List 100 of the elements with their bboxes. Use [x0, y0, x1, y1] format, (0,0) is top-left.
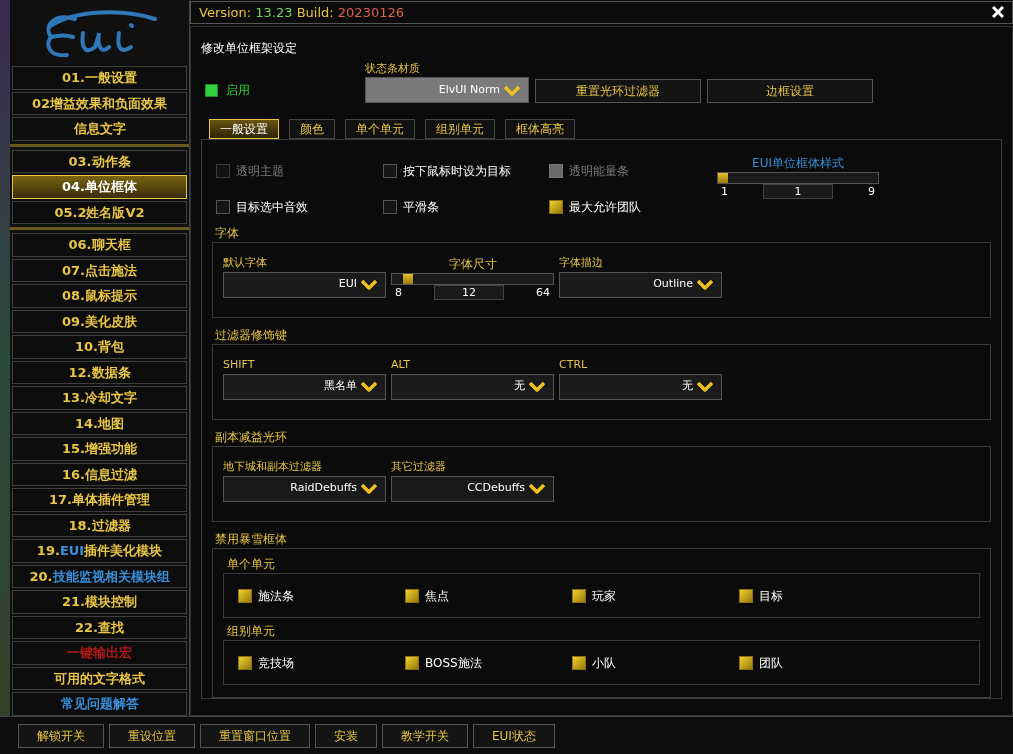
sidebar-item[interactable]: 09.美化皮肤 — [12, 309, 187, 333]
footer-button[interactable]: 安装 — [315, 723, 377, 748]
action-button[interactable]: 边框设置 — [707, 79, 873, 103]
sidebar-item[interactable]: 15.增强功能 — [12, 437, 187, 461]
footer-button[interactable]: 教学开关 — [382, 723, 468, 748]
checkbox[interactable] — [205, 83, 218, 97]
chevron-down-icon — [529, 381, 545, 392]
sidebar-item[interactable]: 06.聊天框 — [12, 233, 187, 257]
checkbox-label: 团队 — [759, 654, 783, 672]
chevron-down-icon — [361, 483, 377, 494]
footer-button[interactable]: 重设位置 — [109, 723, 195, 748]
dropdown[interactable]: RaidDebuffs — [223, 475, 386, 502]
sidebar-item[interactable]: 常见问题解答 — [12, 692, 187, 716]
dropdown-label: CTRL — [559, 357, 589, 373]
slider-value-field[interactable]: 12 — [434, 285, 504, 300]
checkbox[interactable] — [405, 588, 419, 603]
close-icon — [992, 6, 1004, 19]
sidebar-item[interactable]: 02增益效果和负面效果 — [12, 91, 187, 115]
checkbox-label: 透明主题 — [236, 163, 284, 180]
slider-label: 字体尺寸 — [447, 256, 498, 273]
sidebar-item[interactable]: 21.模块控制 — [12, 590, 187, 614]
checkbox[interactable] — [549, 200, 564, 214]
sidebar-item[interactable]: 19.EUI插件美化模块 — [12, 539, 187, 563]
checkbox-label: 启用 — [226, 82, 250, 99]
slider-label: EUI单位框体样式 — [751, 155, 845, 172]
sidebar-item[interactable]: 05.2姓名版V2 — [12, 200, 187, 224]
tab[interactable]: 一般设置 — [209, 119, 279, 139]
chevron-down-icon — [697, 381, 713, 392]
slider-max: 9 — [868, 184, 875, 200]
action-button[interactable]: 重置光环过滤器 — [535, 79, 701, 103]
checkbox[interactable] — [238, 588, 252, 603]
checkbox[interactable] — [216, 200, 230, 214]
sidebar-item[interactable]: 信息文字 — [12, 117, 187, 141]
footer-button[interactable]: 重置窗口位置 — [200, 723, 310, 748]
checkbox[interactable] — [405, 655, 419, 670]
dropdown[interactable]: EUI — [223, 271, 386, 298]
dropdown-label: 其它过滤器 — [391, 459, 447, 475]
checkbox-label: 平滑条 — [402, 199, 439, 216]
checkbox-label: 目标选中音效 — [236, 199, 308, 216]
sidebar-item[interactable]: 20.技能监视相关模块组 — [12, 564, 187, 588]
checkbox[interactable] — [739, 655, 753, 670]
sidebar-item[interactable]: 13.冷却文字 — [12, 386, 187, 410]
dropdown-label: 状态条材质 — [365, 60, 421, 77]
footer-button[interactable]: 解锁开关 — [18, 723, 104, 748]
sidebar-item[interactable]: 14.地图 — [12, 411, 187, 435]
sidebar-item[interactable]: 07.点击施法 — [12, 258, 187, 282]
dropdown-label: ALT — [391, 357, 411, 373]
chevron-down-icon — [361, 279, 377, 290]
sidebar-item[interactable]: 12.数据条 — [12, 360, 187, 384]
sidebar-item[interactable]: 03.动作条 — [12, 149, 187, 173]
checkbox[interactable] — [739, 588, 753, 603]
checkbox-label: 焦点 — [425, 587, 449, 605]
slider-min: 8 — [395, 285, 402, 301]
group-title: 禁用暴雪框体 — [214, 531, 288, 548]
checkbox[interactable] — [382, 200, 397, 214]
chevron-down-icon — [529, 483, 545, 494]
slider-value-field[interactable]: 1 — [763, 184, 833, 199]
dropdown[interactable]: Outline — [559, 271, 722, 298]
tab[interactable]: 单个单元 — [345, 119, 415, 139]
tab[interactable]: 框体高亮 — [505, 119, 575, 139]
sidebar-item[interactable]: 17.单体插件管理 — [12, 488, 187, 512]
dropdown-label: 默认字体 — [223, 255, 268, 271]
footer-button[interactable]: EUI状态 — [473, 723, 555, 748]
sidebar-item[interactable]: 10.背包 — [12, 335, 187, 359]
sidebar-item[interactable]: 可用的文字格式 — [12, 666, 187, 690]
checkbox[interactable] — [572, 655, 586, 670]
sidebar-item[interactable]: 18.过滤器 — [12, 513, 187, 537]
dropdown-label: SHIFT — [223, 357, 256, 373]
group-title: 过滤器修饰键 — [214, 327, 288, 344]
chevron-down-icon — [504, 84, 520, 96]
subgroup-title: 单个单元 — [226, 556, 276, 573]
slider-thumb[interactable] — [402, 274, 413, 284]
sidebar-item[interactable]: 01.一般设置 — [12, 66, 187, 90]
sidebar-item[interactable]: 08.鼠标提示 — [12, 284, 187, 308]
slider-track[interactable] — [391, 273, 554, 285]
checkbox[interactable] — [382, 164, 397, 178]
checkbox-label: 按下鼠标时设为目标 — [402, 163, 511, 180]
checkbox-label: BOSS施法 — [425, 654, 482, 672]
tab[interactable]: 组别单元 — [425, 119, 495, 139]
slider-max: 64 — [536, 285, 550, 301]
checkbox[interactable] — [572, 588, 586, 603]
checkbox-label: 小队 — [592, 654, 616, 672]
checkbox-label: 目标 — [759, 587, 783, 605]
close-button[interactable] — [992, 6, 1004, 19]
chevron-down-icon — [697, 279, 713, 290]
dropdown[interactable]: ElvUI Norm — [365, 77, 529, 103]
dropdown[interactable]: 无 — [559, 373, 722, 400]
slider-track[interactable] — [717, 172, 879, 184]
dropdown[interactable]: 黑名单 — [223, 373, 386, 400]
checkbox[interactable] — [238, 655, 252, 670]
slider-thumb[interactable] — [718, 173, 728, 183]
dropdown[interactable]: 无 — [391, 373, 554, 400]
tab[interactable]: 颜色 — [289, 119, 335, 139]
page-title: 修改单位框架设定 — [201, 39, 298, 57]
dropdown-label: 字体描边 — [559, 255, 604, 271]
dropdown[interactable]: CCDebuffs — [391, 475, 554, 502]
sidebar-item[interactable]: 04.单位框体 — [12, 175, 187, 199]
sidebar-item[interactable]: 16.信息过滤 — [12, 462, 187, 486]
checkbox-label: 竞技场 — [258, 654, 294, 672]
sidebar-item[interactable]: 22.查找 — [12, 615, 187, 639]
